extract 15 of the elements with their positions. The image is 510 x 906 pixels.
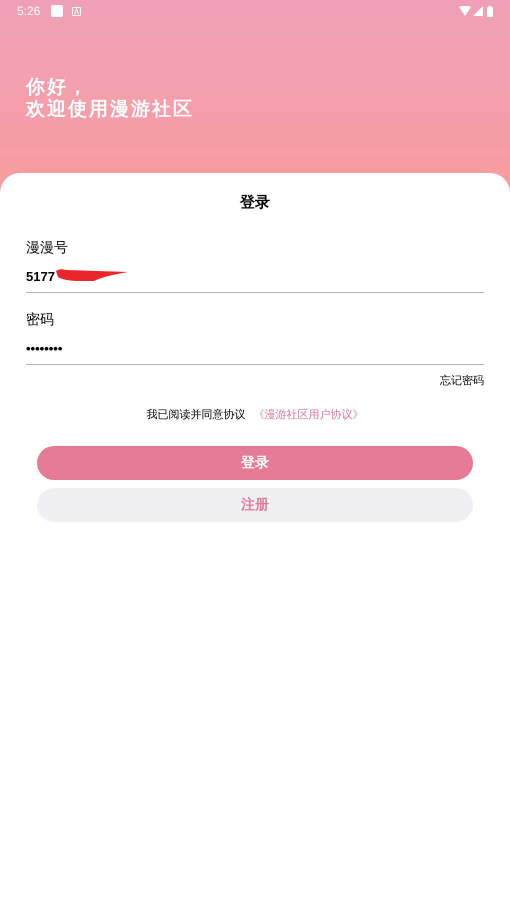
field-label: 密码	[26, 310, 54, 328]
wifi-icon	[459, 6, 471, 16]
greeting-text: 欢迎使用漫游社区	[26, 99, 194, 121]
notification-icon	[51, 5, 64, 17]
status-time: 5:26	[17, 3, 40, 20]
app-notification-icon	[72, 6, 82, 16]
input-field[interactable]: ••••••••	[26, 334, 484, 364]
signal-icon	[473, 6, 483, 16]
agreement-text: 我已阅读并同意协议	[146, 408, 246, 423]
input-field[interactable]: 5177	[26, 262, 484, 292]
field-label: 漫漫号	[26, 238, 68, 256]
card-title: 登录	[240, 193, 270, 213]
battery-icon	[487, 6, 493, 16]
greeting-text: 你好，	[26, 77, 89, 98]
forgot-password-link[interactable]: 忘记密码	[440, 372, 484, 389]
